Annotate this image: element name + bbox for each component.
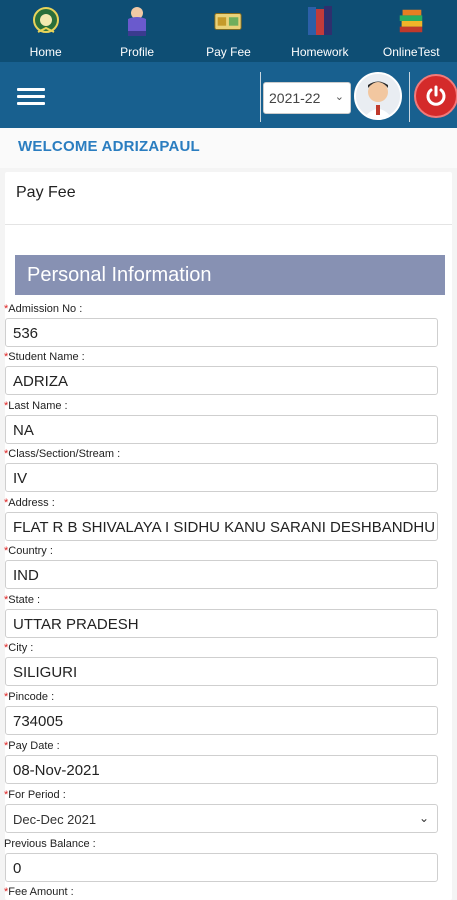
- field-label: *Fee Amount :: [4, 886, 74, 898]
- page-title: Pay Fee: [16, 184, 76, 201]
- nav-home[interactable]: Home: [6, 5, 86, 59]
- books-icon: [305, 5, 335, 37]
- section-title: Personal Information: [27, 264, 212, 286]
- nav-online-test-label: OnlineTest: [382, 45, 440, 59]
- previous-balance-input[interactable]: 0: [5, 853, 438, 882]
- app-bar: 2021-22 ⌄: [0, 62, 457, 128]
- form-field-student-name: *Student Name : ADRIZA: [4, 350, 438, 395]
- welcome-banner: WELCOME ADRIZAPAUL: [0, 128, 457, 168]
- profile-person-icon: [122, 5, 152, 37]
- nav-homework-label: Homework: [291, 45, 349, 59]
- divider: [409, 72, 410, 122]
- last-name-input[interactable]: NA: [5, 415, 438, 444]
- form-field-pay-date: *Pay Date : 08-Nov-2021: [4, 739, 438, 784]
- section-header: Personal Information: [15, 255, 445, 295]
- for-period-select[interactable]: Dec-Dec 2021 ⌄: [5, 804, 438, 833]
- field-label: Previous Balance :: [4, 838, 96, 850]
- field-label: *Pay Date :: [4, 740, 60, 752]
- nav-online-test[interactable]: OnlineTest: [371, 5, 451, 59]
- form-field-last-name: *Last Name : NA: [4, 399, 438, 444]
- field-label: *City :: [4, 642, 34, 654]
- admission-no-input[interactable]: 536: [5, 318, 438, 347]
- form-field-pincode: *Pincode : 734005: [4, 690, 438, 735]
- session-select[interactable]: 2021-22 ⌄: [263, 82, 351, 114]
- form-field-previous-balance: Previous Balance : 0: [4, 837, 438, 882]
- country-input[interactable]: IND: [5, 560, 438, 589]
- form-field-admission-no: *Admission No : 536: [4, 302, 438, 347]
- field-label: *State :: [4, 594, 41, 606]
- avatar[interactable]: [354, 72, 402, 120]
- form-field-city: *City : SILIGURI: [4, 641, 438, 686]
- nav-home-label: Home: [29, 45, 62, 59]
- field-label: *Last Name :: [4, 400, 68, 412]
- welcome-text: WELCOME ADRIZAPAUL: [18, 138, 200, 155]
- chevron-down-icon: ⌄: [334, 91, 344, 103]
- field-label: *For Period :: [4, 789, 66, 801]
- chevron-down-icon: ⌄: [418, 811, 429, 825]
- for-period-value: Dec-Dec 2021: [13, 812, 97, 827]
- session-select-value: 2021-22: [269, 90, 321, 106]
- field-label: *Class/Section/Stream :: [4, 448, 121, 460]
- nav-pay-fee[interactable]: Pay Fee: [188, 5, 268, 59]
- hamburger-menu-icon[interactable]: [17, 88, 45, 106]
- top-navigation: Home Profile Pay Fee Homework OnlineTest: [0, 0, 457, 62]
- divider: [5, 224, 452, 225]
- state-input[interactable]: UTTAR PRADESH: [5, 609, 438, 638]
- field-label: *Pincode :: [4, 691, 55, 703]
- form-field-address: *Address : FLAT R B SHIVALAYA I SIDHU KA…: [4, 496, 438, 541]
- field-label: *Country :: [4, 545, 53, 557]
- field-label: *Student Name :: [4, 351, 85, 363]
- pay-date-input[interactable]: 08-Nov-2021: [5, 755, 438, 784]
- payment-icon: [213, 5, 243, 37]
- school-logo-icon: [31, 5, 61, 37]
- address-input[interactable]: FLAT R B SHIVALAYA I SIDHU KANU SARANI D…: [5, 512, 438, 541]
- book-stack-icon: [396, 5, 426, 37]
- form-field-fee-amount: *Fee Amount :: [4, 885, 438, 899]
- class-section-input[interactable]: IV: [5, 463, 438, 492]
- form-field-for-period: *For Period : Dec-Dec 2021 ⌄: [4, 788, 438, 833]
- nav-pay-fee-label: Pay Fee: [206, 45, 251, 59]
- form-field-country: *Country : IND: [4, 544, 438, 589]
- divider: [260, 72, 261, 122]
- power-icon[interactable]: [414, 74, 457, 118]
- nav-profile-label: Profile: [120, 45, 155, 59]
- nav-homework[interactable]: Homework: [280, 5, 360, 59]
- form-field-state: *State : UTTAR PRADESH: [4, 593, 438, 638]
- nav-profile[interactable]: Profile: [97, 5, 177, 59]
- field-label: *Admission No :: [4, 303, 83, 315]
- pincode-input[interactable]: 734005: [5, 706, 438, 735]
- city-input[interactable]: SILIGURI: [5, 657, 438, 686]
- student-name-input[interactable]: ADRIZA: [5, 366, 438, 395]
- form-field-class: *Class/Section/Stream : IV: [4, 447, 438, 492]
- field-label: *Address :: [4, 497, 55, 509]
